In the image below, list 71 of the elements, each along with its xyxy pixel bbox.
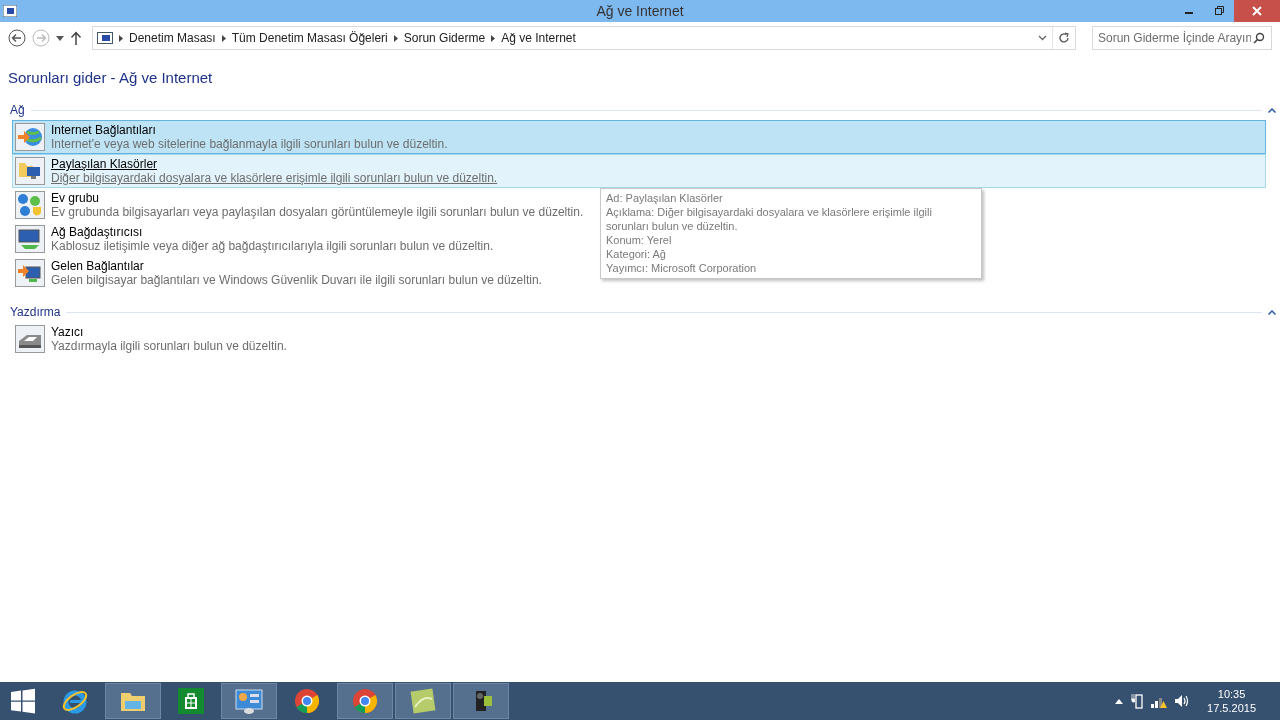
breadcrumb[interactable]: Denetim Masası <box>129 31 216 45</box>
page-heading: Sorunları gider - Ağ ve Internet <box>8 69 214 86</box>
recent-dropdown[interactable] <box>56 35 64 41</box>
back-button[interactable] <box>8 29 26 47</box>
taskbar-button[interactable] <box>395 683 451 719</box>
item-description: Kablosuz iletişimle veya diğer ağ bağdaştırıcılarıyla ilgili sorunları bulun ve düzeltin. <box>51 239 494 253</box>
troubleshooter-item[interactable]: Internet Bağlantıları Internet'e veya web sitelerine bağlanmayla ilgili sorunları bulun ve düzeltin. <box>12 120 1266 154</box>
homegroup-icon <box>15 191 45 219</box>
globe-icon <box>15 123 45 151</box>
search-field[interactable]: Sorun Giderme İçinde Arayın <box>1092 26 1272 50</box>
troubleshooter-item[interactable]: Yazıcı Yazdırmayla ilgili sorunları bulun ve düzeltin. <box>15 325 287 353</box>
item-description: Yazdırmayla ilgili sorunları bulun ve düzeltin. <box>51 339 287 353</box>
chrome-icon[interactable] <box>351 687 379 715</box>
network-adapter-icon <box>15 225 45 253</box>
incoming-connection-icon <box>15 259 45 287</box>
breadcrumb[interactable]: Ağ ve Internet <box>501 31 576 45</box>
control-panel-icon <box>97 32 113 44</box>
taskbar-button[interactable] <box>105 683 161 719</box>
taskbar-button[interactable] <box>221 683 277 719</box>
group-title: Yazdırma <box>10 305 61 319</box>
item-title: Ağ Bağdaştırıcısı <box>51 225 144 239</box>
item-title: Yazıcı <box>51 325 85 339</box>
tooltip-line: Konum: Yerel <box>606 233 673 247</box>
chevron-icon[interactable] <box>119 34 123 42</box>
item-description: Ev grubunda bilgisayarları veya paylaşılan dosyaları görüntülemeyle ilgili sorunları bulun ve düzeltin. <box>51 205 584 219</box>
printer-icon <box>15 325 45 353</box>
notes-icon[interactable] <box>409 687 437 715</box>
app-icon <box>3 5 17 17</box>
caret-icon[interactable] <box>1037 35 1047 41</box>
item-title: Gelen Bağlantılar <box>51 259 145 273</box>
collapse-button[interactable] <box>1268 107 1276 113</box>
tooltip-line: Kategori: Ağ <box>606 247 667 261</box>
window-title: Ağ ve Internet <box>596 3 684 19</box>
chevron-icon[interactable] <box>491 34 496 42</box>
tooltip-line: Açıklama: Diğer bilgisayardaki dosyalara ve klasörlere erişimle ilgili sorunları bulun ve düzeltin. <box>606 205 933 233</box>
clock[interactable]: 10:35 17.5.2015 <box>1207 687 1256 715</box>
search-icon[interactable] <box>1253 32 1265 44</box>
close-icon[interactable] <box>1252 6 1262 16</box>
refresh-icon[interactable] <box>1058 32 1070 44</box>
show-hidden-icons-button[interactable] <box>1115 698 1124 704</box>
group-title: Ağ <box>10 103 25 117</box>
clock-date: 17.5.2015 <box>1207 701 1256 715</box>
troubleshooter-item[interactable]: Gelen Bağlantılar Gelen bilgisayar bağlantıları ve Windows Güvenlik Duvarı ile ilgili sorunları bulun ve düzeltin. <box>15 259 542 287</box>
folder-computer-icon <box>15 157 45 185</box>
control-panel-icon[interactable] <box>235 687 263 715</box>
restore-icon[interactable] <box>1214 6 1224 16</box>
troubleshooter-item[interactable]: Ağ Bağdaştırıcısı Kablosuz iletişimle veya diğer ağ bağdaştırıcılarıyla ilgili sorunları bulun ve düzeltin. <box>15 225 494 253</box>
clock-time: 10:35 <box>1217 687 1246 701</box>
close-button[interactable] <box>1234 0 1280 22</box>
item-title: Internet Bağlantıları <box>51 123 157 137</box>
battery-icon[interactable] <box>1131 693 1144 709</box>
breadcrumb[interactable]: Tüm Denetim Masası Öğeleri <box>231 31 388 45</box>
taskbar-button[interactable] <box>453 683 509 719</box>
store-icon[interactable] <box>177 687 205 715</box>
up-button[interactable] <box>70 31 82 45</box>
troubleshooter-item[interactable]: Paylaşılan Klasörler Diğer bilgisayardaki dosyalara ve klasörlere erişimle ilgili sorunları bulun ve düzeltin. <box>12 154 1266 188</box>
breadcrumb[interactable]: Sorun Giderme <box>403 31 486 45</box>
chevron-icon[interactable] <box>221 34 226 42</box>
item-description: Internet'e veya web sitelerine bağlanmayla ilgili sorunları bulun ve düzeltin. <box>51 137 448 151</box>
tooltip-line: Ad: Paylaşılan Klasörler <box>606 191 724 205</box>
item-description: Diğer bilgisayardaki dosyalara ve klasörlere erişimle ilgili sorunları bulun ve düzeltin. <box>51 171 498 185</box>
tooltip-line: Yayımcı: Microsoft Corporation <box>606 261 758 275</box>
chrome-icon[interactable] <box>293 687 321 715</box>
item-description: Gelen bilgisayar bağlantıları ve Windows Güvenlik Duvarı ile ilgili sorunları bulun ve düzeltin. <box>51 273 542 287</box>
item-title: Ev grubu <box>51 191 101 205</box>
address-bar[interactable]: Denetim Masası Tüm Denetim Masası Öğeleri Sorun Giderme Ağ ve Internet <box>92 26 1076 50</box>
collapse-button[interactable] <box>1268 309 1276 315</box>
troubleshooter-item[interactable]: Ev grubu Ev grubunda bilgisayarları veya paylaşılan dosyaları görüntülemeyle ilgili sorunları bulun ve düzeltin. <box>15 191 584 219</box>
chevron-icon[interactable] <box>393 34 398 42</box>
windows-logo-icon[interactable] <box>9 688 36 714</box>
item-title: Paylaşılan Klasörler <box>51 157 159 171</box>
